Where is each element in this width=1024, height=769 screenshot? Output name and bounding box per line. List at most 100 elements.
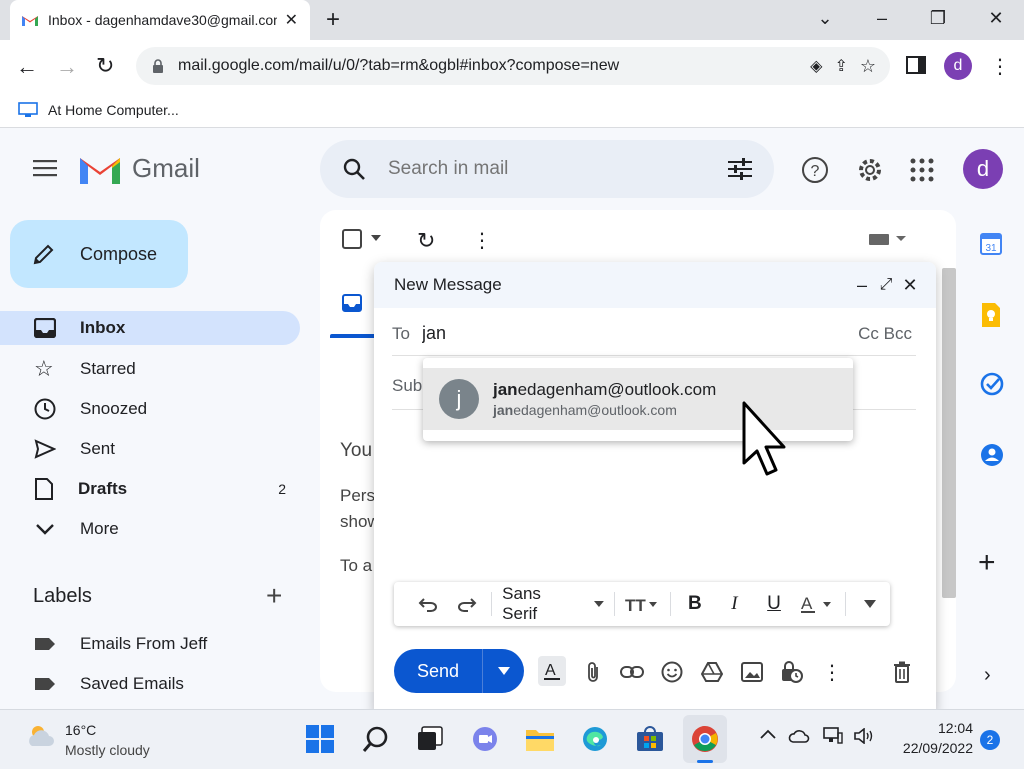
volume-speaker-icon[interactable] [854, 728, 874, 744]
keyboard-icon[interactable] [868, 232, 908, 246]
to-field[interactable] [422, 323, 802, 344]
more-options-icon[interactable]: ⋮ [472, 228, 492, 253]
microsoft-store-icon[interactable] [628, 715, 672, 763]
scrollbar-thumb[interactable] [942, 268, 956, 598]
notification-badge[interactable]: 2 [980, 730, 1000, 750]
cc-bcc-link[interactable]: Cc Bcc [858, 324, 912, 344]
attach-paperclip-icon[interactable] [580, 659, 606, 685]
bookmark-star-icon[interactable]: ☆ [860, 56, 876, 77]
text-color-icon[interactable]: A [794, 595, 842, 613]
edge-browser-icon[interactable] [573, 715, 617, 763]
caret-down-icon [593, 601, 604, 607]
more-formatting-icon[interactable] [850, 600, 890, 608]
expand-side-panel-icon[interactable]: › [984, 664, 991, 687]
compose-button[interactable]: Compose [10, 220, 188, 288]
add-label-plus-icon[interactable]: + [266, 582, 282, 610]
primary-inbox-tab-icon[interactable] [342, 294, 362, 312]
clock-icon [34, 398, 56, 420]
fullscreen-compose-icon[interactable]: ⤢ [874, 276, 898, 294]
refresh-icon[interactable]: ↻ [417, 228, 435, 254]
send-button[interactable]: Send [394, 649, 524, 693]
labels-heading: Labels [33, 585, 92, 607]
file-explorer-icon[interactable] [518, 715, 562, 763]
nav-item-sent[interactable]: Sent [0, 432, 300, 466]
nav-item-snoozed[interactable]: Snoozed [0, 392, 300, 426]
bookmark-item[interactable]: At Home Computer... [18, 102, 179, 118]
weather-cloud-icon[interactable] [26, 722, 56, 748]
back-arrow-icon[interactable]: ← [16, 54, 38, 80]
insert-photo-icon[interactable] [739, 659, 765, 685]
account-avatar[interactable]: d [963, 149, 1003, 189]
reload-icon[interactable]: ↻ [96, 53, 114, 79]
settings-gear-icon[interactable] [856, 156, 884, 184]
label-item-saved-emails[interactable]: Saved Emails [0, 667, 300, 701]
underline-icon[interactable]: U [754, 593, 794, 615]
search-input[interactable] [388, 158, 688, 180]
browser-profile-avatar[interactable]: d [944, 52, 972, 80]
discard-trash-icon[interactable] [889, 659, 915, 685]
get-addons-plus-icon[interactable]: + [978, 548, 996, 578]
side-panel-icon[interactable] [906, 56, 926, 74]
show-hidden-icons-chevron-icon[interactable] [760, 729, 776, 739]
minimize-compose-icon[interactable]: – [850, 275, 874, 296]
gmail-logo[interactable]: Gmail [80, 153, 200, 184]
lens-icon[interactable]: ◈ [810, 56, 822, 76]
nav-item-more[interactable]: More [0, 512, 300, 546]
forward-arrow-icon[interactable]: → [56, 54, 78, 80]
undo-icon[interactable] [408, 596, 448, 612]
task-view-icon[interactable] [408, 715, 452, 763]
bold-icon[interactable]: B [675, 593, 715, 615]
close-window-icon[interactable]: ✕ [984, 8, 1008, 29]
main-menu-icon[interactable] [33, 158, 57, 178]
clock-time[interactable]: 12:04 [893, 720, 973, 736]
browser-menu-icon[interactable]: ⋮ [990, 54, 1010, 79]
mail-search-bar[interactable] [320, 140, 774, 198]
network-icon[interactable] [823, 727, 843, 745]
chrome-browser-icon[interactable] [683, 715, 727, 763]
font-size-icon[interactable]: TT [619, 596, 667, 612]
tasks-icon[interactable] [980, 372, 1004, 396]
select-dropdown-icon[interactable] [370, 234, 382, 242]
keep-icon[interactable] [982, 303, 1000, 327]
calendar-icon[interactable]: 31 [980, 233, 1002, 255]
search-icon[interactable] [342, 157, 366, 181]
teams-chat-icon[interactable] [463, 715, 507, 763]
browser-tab[interactable]: Inbox - dagenhamdave30@gmail.com ✕ [10, 0, 310, 40]
redo-icon[interactable] [448, 596, 488, 612]
confidential-mode-icon[interactable] [779, 659, 805, 685]
nav-item-drafts[interactable]: Drafts 2 [0, 472, 300, 506]
windows-start-icon[interactable] [298, 715, 342, 763]
insert-link-icon[interactable] [619, 659, 645, 685]
formatting-options-icon[interactable]: A [538, 656, 566, 686]
nav-item-starred[interactable]: ☆ Starred [0, 352, 300, 386]
to-label: To [392, 323, 410, 343]
help-icon[interactable]: ? [801, 156, 829, 184]
search-filter-icon[interactable] [728, 158, 752, 180]
contacts-icon[interactable] [980, 443, 1004, 467]
svg-text:A: A [545, 662, 556, 679]
more-send-options-icon[interactable]: ⋮ [819, 659, 845, 685]
google-drive-icon[interactable] [699, 659, 725, 685]
close-compose-icon[interactable]: ✕ [898, 275, 922, 296]
onedrive-cloud-icon[interactable] [788, 729, 810, 743]
close-tab-icon[interactable]: ✕ [285, 10, 298, 30]
italic-icon[interactable]: I [715, 593, 755, 615]
select-all-checkbox[interactable] [342, 229, 362, 249]
compose-header[interactable]: New Message – ⤢ ✕ [374, 262, 936, 308]
nav-item-inbox[interactable]: Inbox [0, 311, 300, 345]
minimize-window-icon[interactable]: – [870, 8, 894, 29]
label-item-emails-from-jeff[interactable]: Emails From Jeff [0, 627, 300, 661]
emoji-icon[interactable] [659, 659, 685, 685]
share-icon[interactable]: ⇪ [834, 56, 847, 76]
restore-window-icon[interactable]: ❐ [926, 8, 950, 29]
clock-date[interactable]: 22/09/2022 [878, 740, 973, 756]
scheduled-send-dropdown[interactable] [482, 649, 524, 693]
compose-title: New Message [394, 275, 502, 294]
address-bar[interactable]: mail.google.com/mail/u/0/?tab=rm&ogbl#in… [136, 47, 890, 85]
toolbar-divider [613, 592, 615, 616]
google-apps-icon[interactable] [910, 158, 934, 182]
taskbar-search-icon[interactable] [354, 715, 398, 763]
font-family-select[interactable]: Sans Serif [496, 584, 609, 624]
tab-search-chevron-icon[interactable]: ⌄ [813, 8, 837, 29]
new-tab-plus-icon[interactable]: + [326, 8, 340, 32]
